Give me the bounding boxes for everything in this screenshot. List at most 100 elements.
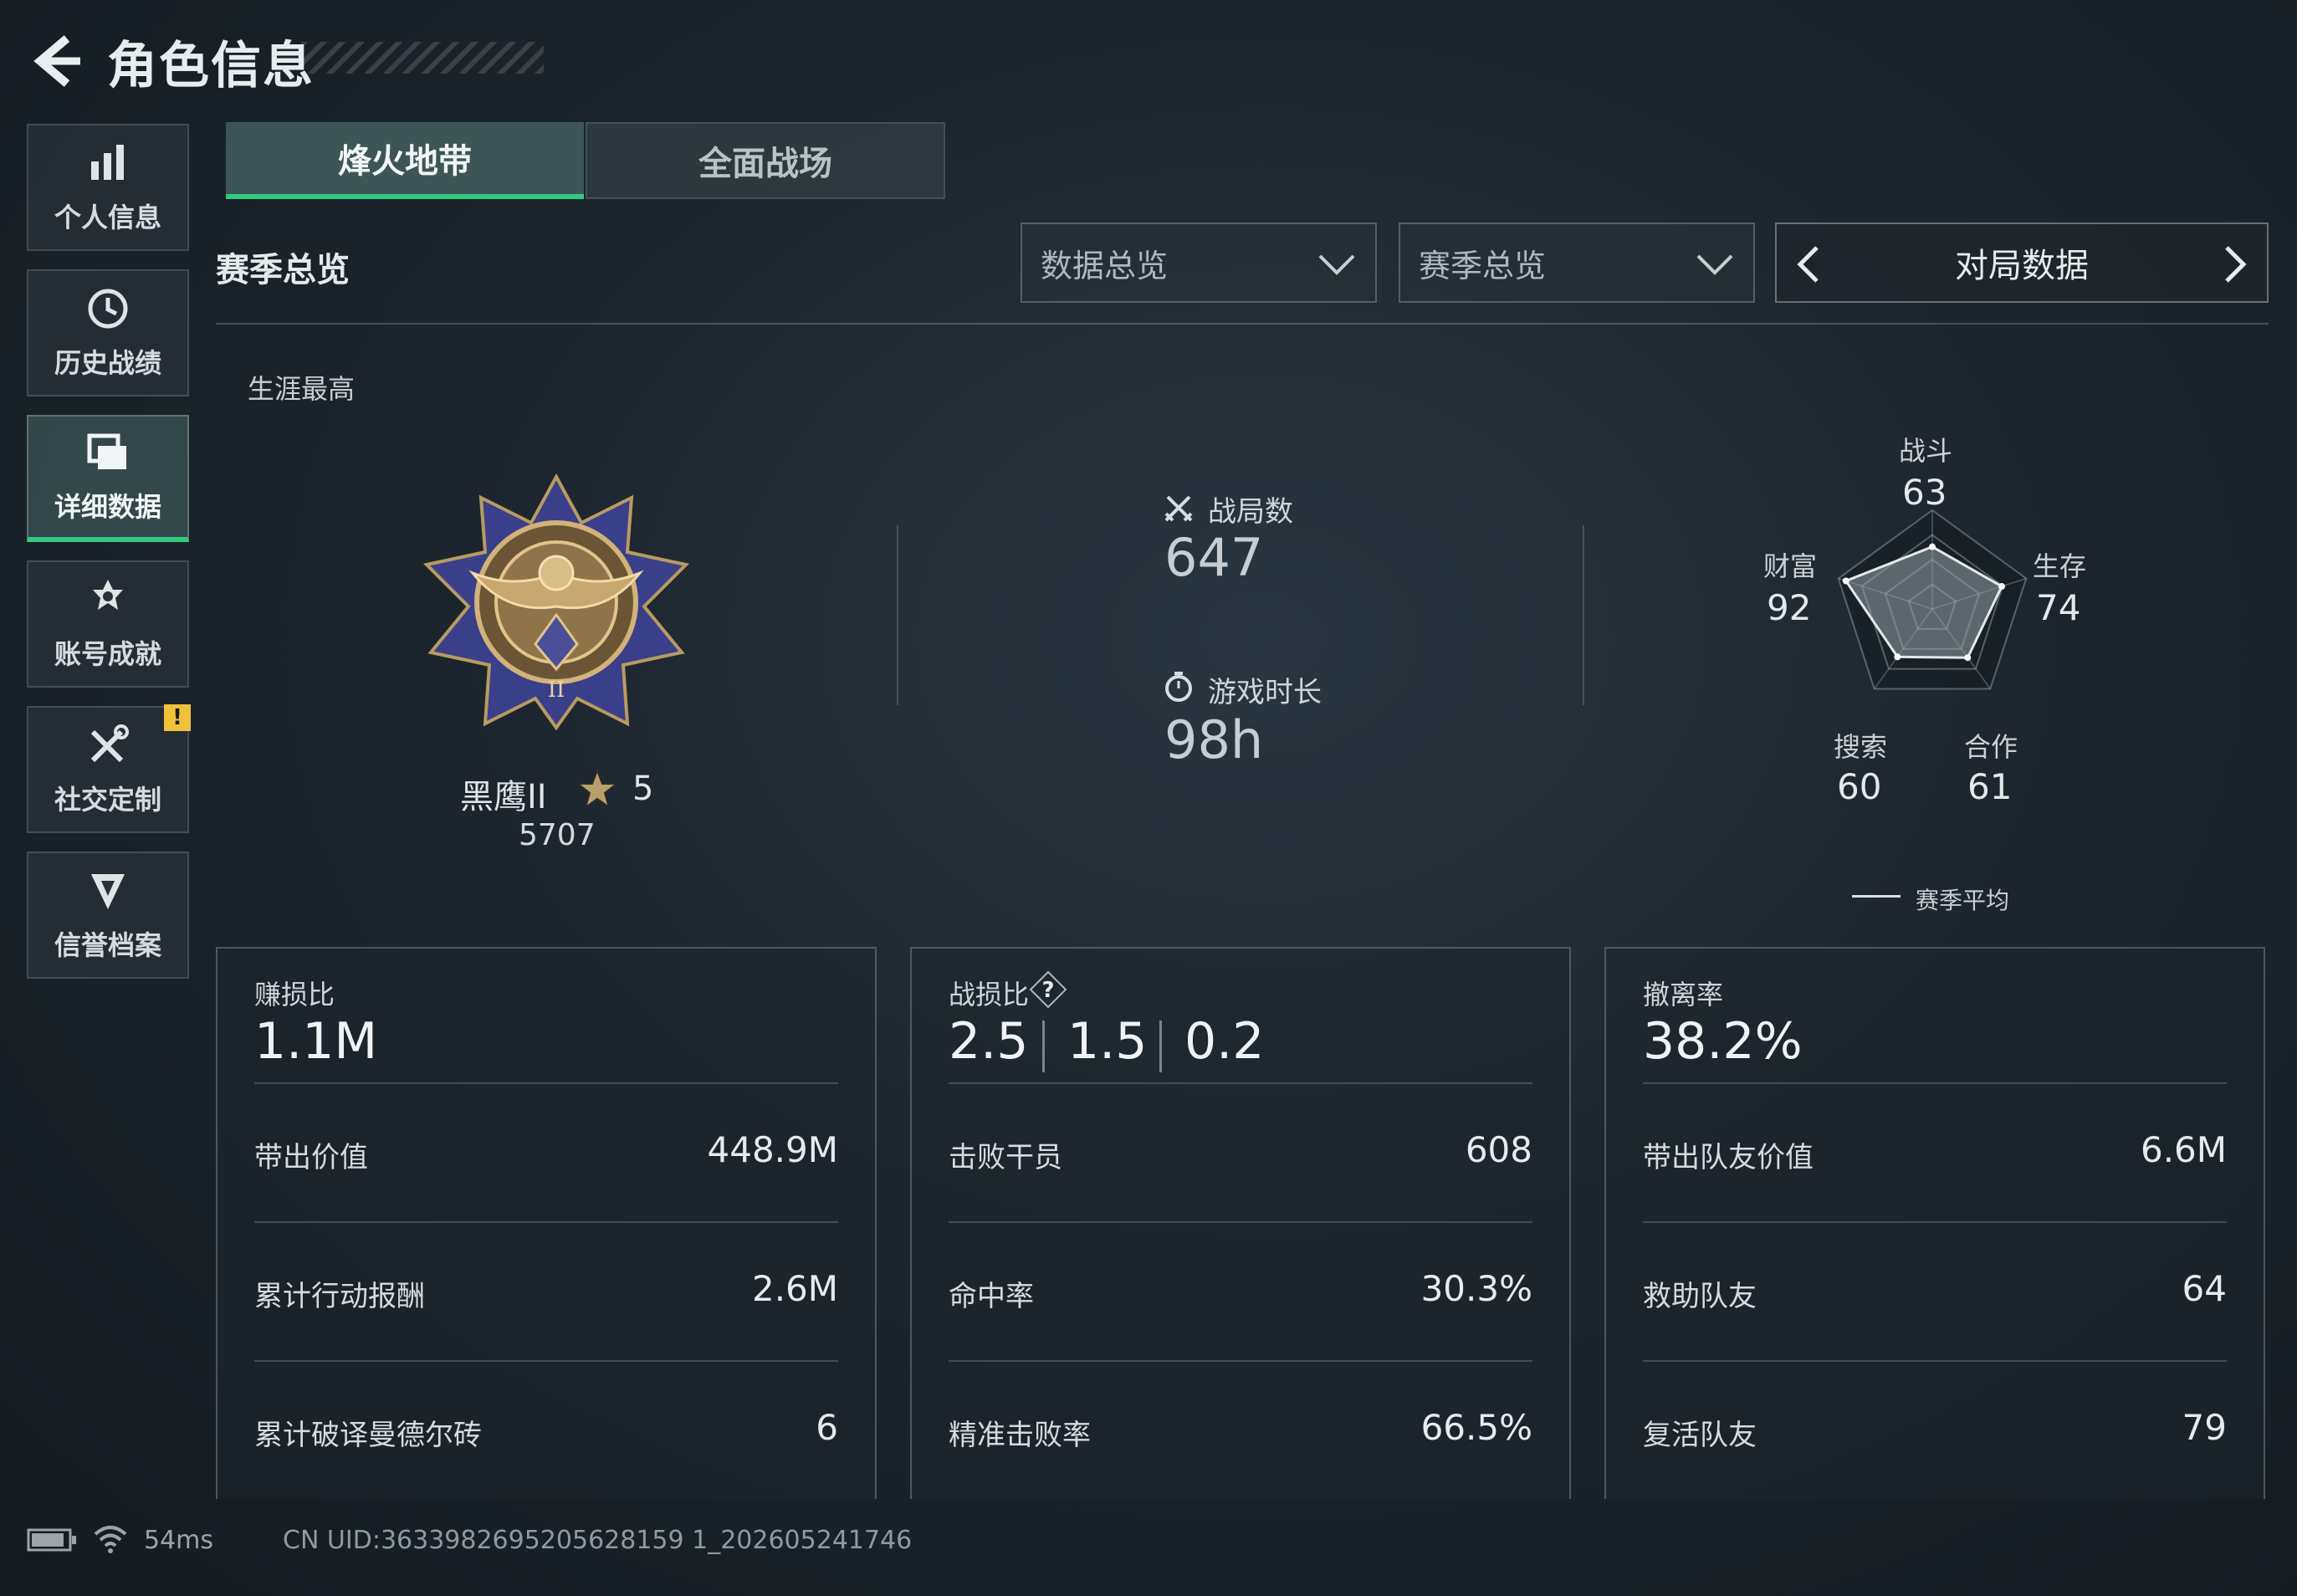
- matches-label: 战局数: [1208, 495, 1293, 529]
- divider: [949, 1221, 1532, 1223]
- rank-star-count: 5: [632, 770, 654, 808]
- row-label: 累计行动报酬: [254, 1280, 425, 1313]
- radar-point: [1998, 583, 2006, 591]
- back-arrow-icon[interactable]: [25, 32, 84, 90]
- section-title: 赛季总览: [216, 251, 350, 289]
- divider: [1643, 1360, 2227, 1362]
- sidebar-item-social[interactable]: 社交定制 !: [27, 704, 191, 833]
- radar-value-combat: 63: [1902, 472, 1947, 513]
- bar-chart-icon: [91, 145, 124, 180]
- radar-label-cooperation: 合作: [1964, 731, 2018, 763]
- sidebar-item-label: 信誉档案: [54, 929, 161, 961]
- stopwatch-icon: [1165, 672, 1192, 702]
- row-value: 6.6M: [2140, 1129, 2227, 1170]
- radar-point: [1929, 543, 1936, 550]
- divider: [1583, 525, 1584, 705]
- matches-value: 647: [1164, 527, 1264, 588]
- achievement-icon: [93, 580, 123, 610]
- wifi-icon: [94, 1526, 127, 1553]
- chevron-down-icon: [1318, 254, 1355, 275]
- divider: [897, 525, 898, 705]
- card-title: 赚损比: [254, 979, 335, 1010]
- cards-icon: [87, 433, 126, 469]
- sidebar-item-label: 详细数据: [54, 491, 161, 523]
- row-value: 608: [1465, 1129, 1532, 1170]
- help-icon[interactable]: ?: [1029, 970, 1067, 1009]
- card-big-value-1: 2.5: [949, 1012, 1029, 1071]
- star-icon: [576, 768, 619, 810]
- divider: [1643, 1082, 2227, 1084]
- rank-medal-icon: II: [422, 473, 690, 731]
- radar-point: [1964, 654, 1972, 662]
- switcher-label: 对局数据: [1955, 247, 2089, 285]
- chevron-down-icon: [1696, 254, 1733, 275]
- rank-score: 5707: [519, 818, 596, 852]
- match-data-switcher: 对局数据: [1775, 223, 2269, 303]
- reputation-icon: [91, 874, 125, 909]
- sidebar-item-label: 账号成就: [54, 638, 161, 670]
- chevron-right-icon[interactable]: [2213, 244, 2254, 284]
- row-value: 2.6M: [751, 1268, 838, 1309]
- data-overview-dropdown[interactable]: 数据总览: [1021, 223, 1377, 303]
- card-title: 撤离率: [1643, 979, 1724, 1010]
- row-value: 448.9M: [707, 1129, 838, 1170]
- radar-label-survival: 生存: [2033, 550, 2087, 582]
- row-label: 复活队友: [1643, 1419, 1757, 1452]
- season-overview-dropdown[interactable]: 赛季总览: [1399, 223, 1755, 303]
- row-label: 命中率: [949, 1280, 1034, 1313]
- dropdown-label: 数据总览: [1041, 247, 1169, 284]
- row-label: 精准击败率: [949, 1419, 1091, 1452]
- value-separator: [1042, 1021, 1045, 1072]
- dropdown-label: 赛季总览: [1419, 247, 1547, 284]
- row-value: 30.3%: [1420, 1268, 1532, 1309]
- value-separator: [1159, 1021, 1162, 1072]
- radar-label-search: 搜索: [1834, 731, 1888, 763]
- uid-text: CN UID:3633982695205628159 1_20260524174…: [283, 1526, 913, 1555]
- radar-value-wealth: 92: [1767, 587, 1812, 628]
- card-big-value-3: 0.2: [1184, 1012, 1265, 1071]
- sidebar-item-label: 个人信息: [54, 202, 161, 233]
- rank-name: 黑鹰II: [460, 778, 547, 816]
- row-label: 带出价值: [254, 1141, 368, 1174]
- divider: [949, 1360, 1532, 1362]
- history-clock-icon: [88, 289, 128, 329]
- row-label: 带出队友价值: [1643, 1141, 1814, 1174]
- radar-value-search: 60: [1837, 766, 1882, 807]
- radar-point: [1894, 653, 1901, 661]
- row-label: 救助队友: [1643, 1280, 1757, 1313]
- card-big-value: 38.2%: [1643, 1012, 1803, 1071]
- divider: [254, 1082, 838, 1084]
- sidebar-item-label: 历史战绩: [54, 347, 161, 379]
- career-best-label: 生涯最高: [248, 373, 356, 405]
- tab-full-battlefield[interactable]: 全面战场: [586, 122, 945, 199]
- divider: [254, 1221, 838, 1223]
- sidebar-item-label: 社交定制: [54, 784, 161, 816]
- title-decoration: [301, 42, 544, 74]
- crossed-swords-icon: [1164, 495, 1193, 522]
- playtime-label: 游戏时长: [1208, 676, 1322, 709]
- playtime-value: 98h: [1164, 709, 1264, 770]
- sidebar-item-reputation[interactable]: 信誉档案: [27, 852, 189, 979]
- sidebar-item-personal-info[interactable]: 个人信息: [27, 124, 189, 251]
- row-value: 66.5%: [1420, 1407, 1532, 1448]
- row-value: 64: [2182, 1268, 2227, 1309]
- sidebar-item-achievements[interactable]: 账号成就: [27, 560, 189, 688]
- profit-loss-card: 赚损比 1.1M 带出价值 448.9M 累计行动报酬 2.6M 累计破译曼德尔…: [216, 947, 877, 1499]
- legend-label: 赛季平均: [1916, 887, 2010, 914]
- sidebar-item-history[interactable]: 历史战绩: [27, 269, 189, 396]
- divider: [1643, 1221, 2227, 1223]
- divider: [254, 1360, 838, 1362]
- legend-line: [1852, 895, 1901, 898]
- row-value: 79: [2182, 1407, 2227, 1448]
- radar-label-wealth: 财富: [1763, 550, 1818, 582]
- chevron-left-icon[interactable]: [1790, 244, 1830, 284]
- radar-point: [1842, 577, 1849, 585]
- battery-icon: [27, 1528, 76, 1552]
- divider: [949, 1082, 1532, 1084]
- sidebar-item-detailed-data[interactable]: 详细数据: [27, 415, 189, 542]
- svg-text:?: ?: [1041, 978, 1054, 1003]
- kd-ratio-card: 战损比 ? 2.5 1.5 0.2 击败干员 608 命中率 30.3% 精准击…: [910, 947, 1571, 1499]
- row-value: 6: [816, 1407, 838, 1448]
- ping-text: 54ms: [144, 1526, 214, 1555]
- tab-warzone[interactable]: 烽火地带: [226, 122, 584, 199]
